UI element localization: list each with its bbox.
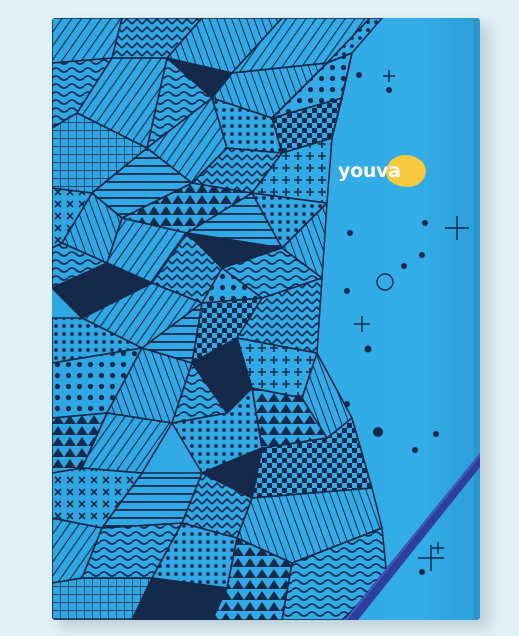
youva-logo: youva [338,152,426,190]
notebook-cover: youva [52,18,480,620]
cover-artwork [52,18,480,620]
photo-scene: youva [0,0,519,636]
logo-text: youva [338,160,401,182]
